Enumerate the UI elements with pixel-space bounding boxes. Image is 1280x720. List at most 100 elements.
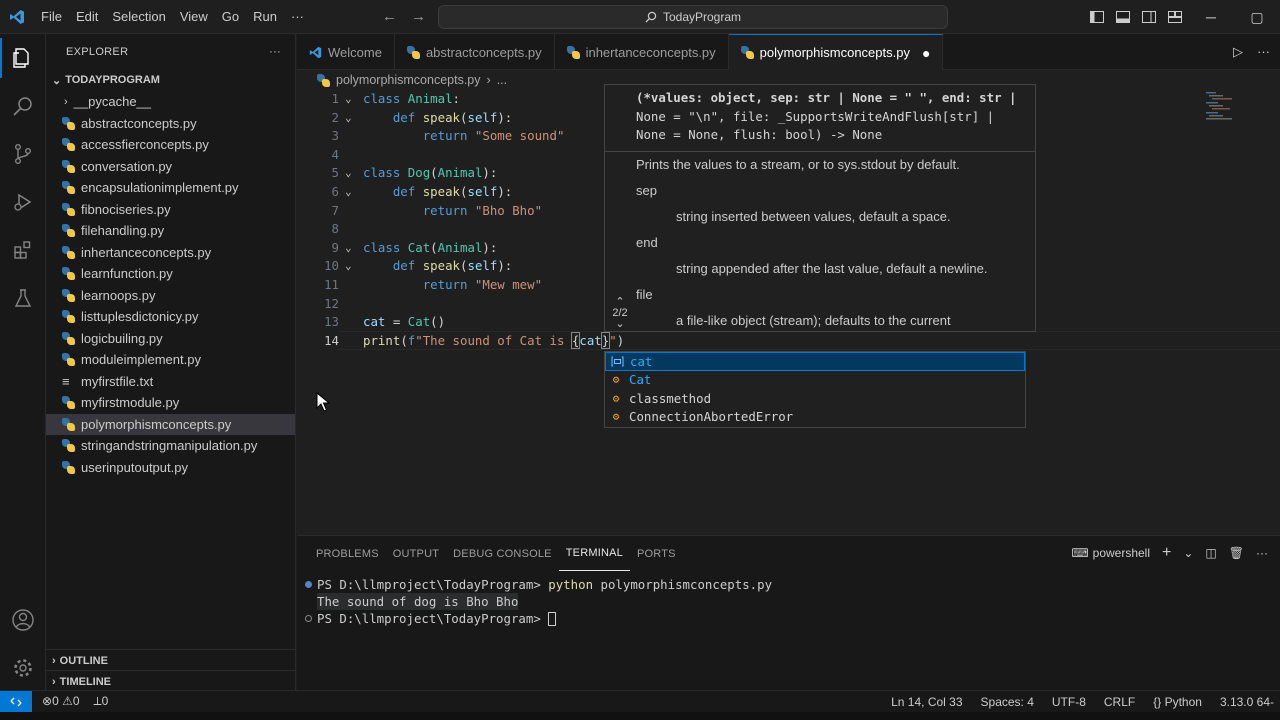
chevron-down-icon[interactable]: ⌄ [1183,546,1193,560]
tab-ports[interactable]: PORTS [630,536,683,571]
folder-pycache-label: __pycache__ [73,94,152,110]
tab-polymorphismconcepts[interactable]: polymorphismconcepts.py ● [728,34,944,70]
end-of-line[interactable]: CRLF [1104,695,1135,709]
menu-more[interactable]: ··· [284,9,311,24]
unsaved-dot-icon[interactable]: ● [922,45,930,61]
breadcrumb-file[interactable]: polymorphismconcepts.py [336,73,481,87]
encoding[interactable]: UTF-8 [1052,695,1086,709]
python-file-icon [406,45,420,59]
customize-layout-icon[interactable] [1162,10,1188,24]
menu-edit[interactable]: Edit [69,9,105,24]
suggestion-item-Cat[interactable]: ⚙ Cat [605,371,1025,390]
explorer-more-button[interactable]: ··· [269,46,281,58]
code-line: print(f"The sound of Cat is {cat}") [363,331,625,349]
file-item[interactable]: accessfierconcepts.py [46,134,295,156]
file-item[interactable]: conversation.py [46,156,295,178]
back-arrow-icon[interactable]: ← [382,8,397,25]
toggle-panel-icon[interactable] [1110,10,1136,24]
folder-pycache[interactable]: › __pycache__ [46,91,295,113]
chevron-down-icon[interactable]: ⌄ [607,319,633,330]
file-item[interactable]: ≡ myfirstfile.txt [46,371,295,393]
terminal-output[interactable]: PS D:\llmproject\TodayProgram> python po… [305,576,772,627]
file-item[interactable]: moduleimplement.py [46,349,295,371]
extensions-icon[interactable] [0,226,46,274]
class-icon: ⚙ [612,373,620,387]
ports-status[interactable]: ⟂0 [94,694,109,709]
more-actions-icon[interactable]: ··· [1257,44,1270,60]
accounts-icon[interactable] [0,596,46,644]
file-item[interactable]: filehandling.py [46,220,295,242]
cursor-position[interactable]: Ln 14, Col 33 [891,695,962,709]
testing-flask-icon[interactable] [0,274,46,322]
file-item[interactable]: fibnociseries.py [46,199,295,221]
file-item[interactable]: inhertanceconcepts.py [46,242,295,264]
source-control-icon[interactable] [0,130,46,178]
python-file-icon [62,288,75,302]
menu-bar: File Edit Selection View Go Run ··· [34,9,311,24]
signature-line-1: (*values: object, sep: str | None = " ",… [636,90,1017,105]
file-item-label: filehandling.py [81,223,165,239]
timeline-section[interactable]: › TIMELINE [46,670,296,692]
tab-inhertanceconcepts[interactable]: inhertanceconcepts.py [555,34,729,70]
minimize-button[interactable]: ─ [1188,0,1234,34]
file-item[interactable]: encapsulationimplement.py [46,177,295,199]
problems-status[interactable]: ⊗0 ⚠0 [42,694,80,709]
file-item[interactable]: polymorphismconcepts.py [46,413,295,435]
menu-view[interactable]: View [173,9,215,24]
indentation[interactable]: Spaces: 4 [981,695,1034,709]
menu-selection[interactable]: Selection [105,9,172,24]
suggestion-item-cat[interactable]: cat [605,352,1025,371]
python-file-icon [62,331,75,345]
outline-section[interactable]: › OUTLINE [46,649,296,671]
language-mode[interactable]: {} Python [1153,695,1202,709]
run-file-icon[interactable]: ▷ [1233,44,1243,60]
python-version[interactable]: 3.13.0 64- [1220,695,1274,709]
maximize-button[interactable]: ▢ [1234,0,1280,34]
breadcrumb-more[interactable]: ... [497,73,507,87]
toggle-secondary-sidebar-icon[interactable] [1136,10,1162,24]
minimap[interactable] [1204,90,1244,120]
file-item[interactable]: stringandstringmanipulation.py [46,435,295,457]
file-item[interactable]: abstractconcepts.py [46,113,295,135]
command-center-search[interactable]: TodayProgram [438,5,948,29]
menu-run[interactable]: Run [246,9,284,24]
file-item[interactable]: listtuplesdictonicy.py [46,306,295,328]
parameter-hints-popup: (*values: object, sep: str | None = " ",… [604,84,1036,332]
file-item[interactable]: userinputoutput.py [46,457,295,479]
suggestion-item-classmethod[interactable]: ⚙ classmethod [605,389,1025,408]
workspace-folder[interactable]: ⌄ TODAYPROGRAM [46,69,295,91]
forward-arrow-icon[interactable]: → [411,8,426,25]
split-terminal-icon[interactable]: ◫ [1205,546,1216,560]
ports-count: 0 [101,694,109,708]
terminal-shell-selector[interactable]: ⌨ powershell [1071,546,1150,560]
bottom-panel: PROBLEMS OUTPUT DEBUG CONSOLE TERMINAL P… [297,535,1280,690]
tab-abstractconcepts[interactable]: abstractconcepts.py [395,34,555,70]
braces-icon: {} [1153,694,1162,709]
file-item[interactable]: learnoops.py [46,285,295,307]
trash-icon[interactable]: 🗑 [1229,546,1244,560]
search-activity-icon[interactable] [0,82,46,130]
more-actions-icon[interactable]: ··· [1256,546,1268,560]
menu-go[interactable]: Go [215,9,246,24]
explorer-sidebar: EXPLORER ··· ⌄ TODAYPROGRAM › __pycache_… [46,34,296,690]
file-item[interactable]: learnfunction.py [46,263,295,285]
run-debug-icon[interactable] [0,178,46,226]
chevron-right-icon: › [486,73,491,87]
tab-output[interactable]: OUTPUT [386,536,446,571]
tab-debug-console[interactable]: DEBUG CONSOLE [446,536,559,571]
tab-problems[interactable]: PROBLEMS [309,536,386,571]
remote-indicator-icon[interactable] [0,690,32,713]
param-end-description: string appended after the last value, de… [676,260,988,276]
explorer-icon[interactable] [0,34,46,82]
manage-gear-icon[interactable] [0,644,46,692]
file-item[interactable]: logicbuiling.py [46,328,295,350]
tab-terminal[interactable]: TERMINAL [558,536,630,571]
chevron-right-icon: › [52,654,56,667]
menu-file[interactable]: File [34,9,69,24]
tab-welcome[interactable]: Welcome [297,34,395,70]
suggestion-item-connectionabortederror[interactable]: ⚙ ConnectionAbortedError [605,408,1025,427]
toggle-primary-sidebar-icon[interactable] [1084,10,1110,24]
terminal-prompt: PS D:\llmproject\TodayProgram> [317,577,549,592]
file-item[interactable]: myfirstmodule.py [46,392,295,414]
new-terminal-icon[interactable]: + [1162,544,1171,562]
